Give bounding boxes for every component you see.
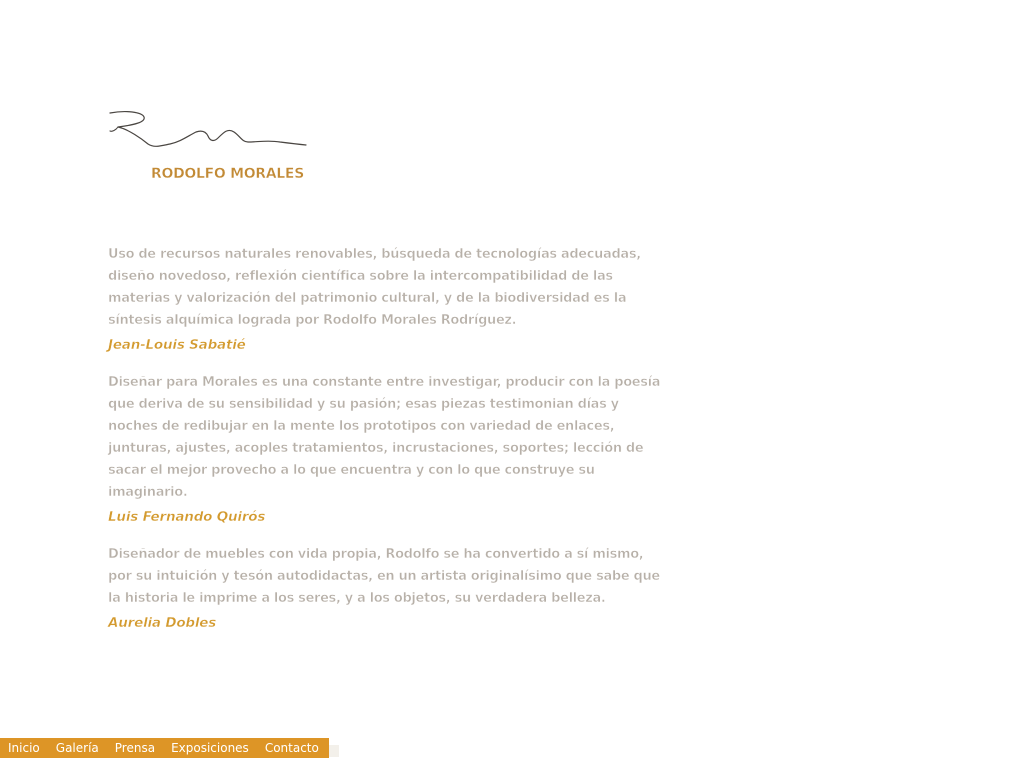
quote-text: Diseñar para Morales es una constante en… [108,375,661,501]
quotes-section: Uso de recursos naturales renovables, bú… [108,244,668,650]
quote-author: Jean-Louis Sabatié [108,337,246,353]
quote-author: Aurelia Dobles [108,615,217,631]
quote-text: Diseñador de muebles con vida propia, Ro… [108,547,661,607]
quote-item: Diseñador de muebles con vida propia, Ro… [108,544,668,634]
menu-tail-decoration [329,745,339,757]
menu-item-exposiciones[interactable]: Exposiciones [163,738,257,758]
menu-item-contacto[interactable]: Contacto [257,738,327,758]
signature-icon [109,111,307,147]
menu-item-inicio[interactable]: Inicio [0,738,48,758]
quote-item: Diseñar para Morales es una constante en… [108,372,668,528]
bottom-menu: Inicio Galería Prensa Exposiciones Conta… [0,738,329,758]
logo[interactable]: RODOLFO MORALES [108,106,318,190]
menu-item-galeria[interactable]: Galería [48,738,107,758]
menu-item-prensa[interactable]: Prensa [107,738,163,758]
logo-name: RODOLFO MORALES [151,166,305,182]
quote-text: Uso de recursos naturales renovables, bú… [108,247,642,329]
quote-author: Luis Fernando Quirós [108,509,266,525]
quote-item: Uso de recursos naturales renovables, bú… [108,244,668,356]
